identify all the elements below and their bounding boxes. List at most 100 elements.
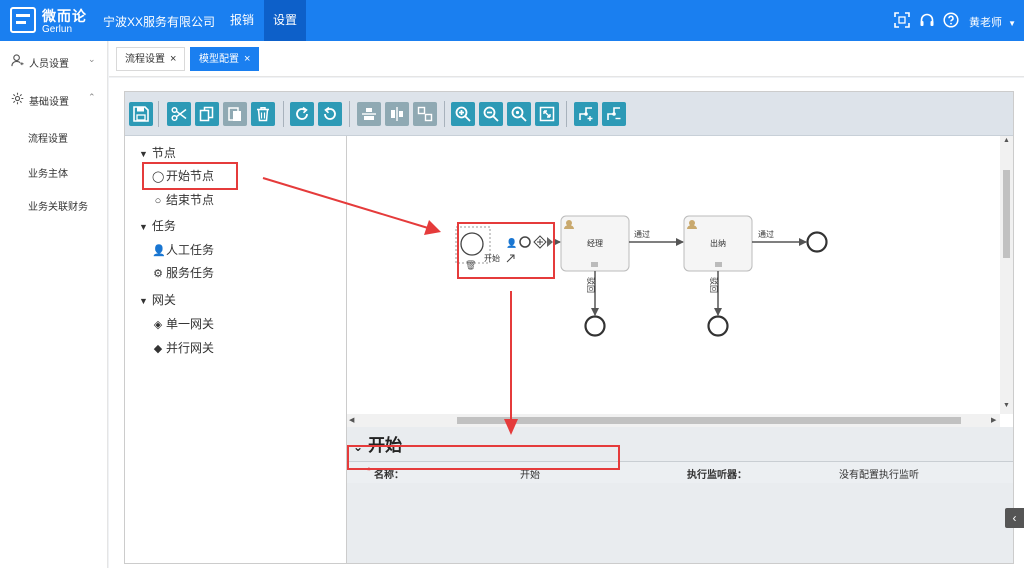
- sidebar-group-personnel[interactable]: 人员设置 ⌄: [0, 49, 108, 73]
- flow-label: 通过: [758, 229, 774, 239]
- nav-reimbursement[interactable]: 报销: [221, 0, 263, 41]
- same-size-button[interactable]: [413, 102, 437, 126]
- sidebar-item-business-entity[interactable]: 业务主体: [28, 165, 68, 180]
- palette-group-tasks[interactable]: ▼ 任务: [139, 217, 176, 234]
- palette-item-label: 并行网关: [166, 341, 215, 355]
- bpmn-diagram: 开始 🗑 👤 经理 通过 出纳 通过 驳回 驳回: [455, 215, 828, 337]
- diagram-canvas[interactable]: 开始 🗑 👤 经理 通过 出纳 通过 驳回 驳回: [347, 136, 1013, 414]
- scroll-thumb[interactable]: [457, 417, 961, 424]
- align-vertical-button[interactable]: [385, 102, 409, 126]
- scroll-left-icon[interactable]: ◀: [349, 416, 354, 424]
- align-vertical-icon: [391, 107, 403, 121]
- same-size-icon: [417, 106, 433, 122]
- flow-label: 通过: [634, 229, 650, 239]
- bend-remove-icon: [607, 107, 621, 120]
- company-name[interactable]: 宁波XX服务有限公司: [103, 13, 215, 30]
- user-icon: [11, 54, 24, 67]
- save-button[interactable]: [129, 102, 153, 126]
- tab-process-settings[interactable]: 流程设置 ×: [116, 47, 186, 71]
- nav-settings[interactable]: 设置: [264, 0, 306, 41]
- service-task-icon: ⚙: [153, 268, 163, 280]
- palette-item-user-task[interactable]: 👤人工任务: [152, 241, 214, 258]
- editor-toolbar: [125, 92, 1013, 136]
- copy-button[interactable]: [195, 102, 219, 126]
- zoom-in-button[interactable]: [451, 102, 475, 126]
- tab-model-config[interactable]: 模型配置 ×: [190, 47, 260, 71]
- gear-icon: [11, 92, 24, 105]
- end-event[interactable]: [584, 315, 606, 337]
- sidebar-item-business-finance[interactable]: 业务关联财务: [28, 198, 88, 213]
- chevron-down-icon: ▼: [139, 222, 148, 232]
- tab-label: 流程设置: [125, 54, 165, 65]
- flow-label: 驳回: [586, 277, 595, 293]
- listener-value[interactable]: 没有配置执行监听: [839, 466, 919, 481]
- toolbar-divider: [566, 101, 567, 127]
- close-icon[interactable]: ×: [170, 53, 176, 65]
- undo-button[interactable]: [318, 102, 342, 126]
- redo-button[interactable]: [290, 102, 314, 126]
- zoom-fit-icon: [539, 106, 555, 122]
- palette-item-label: 人工任务: [166, 243, 215, 257]
- palette-group-label: 节点: [151, 146, 176, 160]
- headset-icon[interactable]: [919, 12, 935, 28]
- vertical-scrollbar[interactable]: ▲ ▼: [1000, 136, 1013, 414]
- palette-item-label: 结束节点: [166, 193, 215, 207]
- close-icon[interactable]: ×: [244, 53, 250, 65]
- redo-icon: [296, 106, 308, 120]
- toolbar-divider: [283, 101, 284, 127]
- sidebar-group-basic[interactable]: 基础设置 ⌃: [0, 87, 108, 111]
- palette-group-label: 网关: [151, 293, 176, 307]
- zoom-actual-icon: [511, 106, 527, 122]
- zoom-fit-button[interactable]: [535, 102, 559, 126]
- delete-button[interactable]: [251, 102, 275, 126]
- sidebar-group-label: 基础设置: [29, 97, 69, 108]
- bpmn-editor: ▼ 节点 ◯ 开始节点 ○ 结束节点 ▼ 任务 👤人工任务 ⚙ 服务任务 ▼ 网关 ◈ 单一网…: [124, 91, 1014, 564]
- shape-palette: ▼ 节点 ◯ 开始节点 ○ 结束节点 ▼ 任务 👤人工任务 ⚙ 服务任务 ▼ 网关 ◈ 单一网…: [125, 136, 347, 563]
- bend-add-button[interactable]: [574, 102, 598, 126]
- bend-remove-button[interactable]: [602, 102, 626, 126]
- logo-name: 微而论: [42, 8, 87, 24]
- chevron-up-icon: ⌃: [88, 92, 96, 102]
- end-event[interactable]: [707, 315, 729, 337]
- palette-item-end-node[interactable]: ○ 结束节点: [152, 191, 214, 208]
- paste-button[interactable]: [223, 102, 247, 126]
- task-label: 出纳: [710, 238, 726, 248]
- cut-button[interactable]: [167, 102, 191, 126]
- scroll-thumb[interactable]: [1003, 170, 1010, 258]
- chevron-down-icon: ▼: [1008, 19, 1016, 28]
- horizontal-scrollbar[interactable]: ◀ ▶: [347, 414, 1000, 427]
- flow-label: 驳回: [709, 277, 718, 293]
- end-event[interactable]: [806, 231, 828, 253]
- chevron-down-icon: ▼: [139, 296, 148, 306]
- user-name: 黄老师: [969, 17, 1002, 29]
- palette-group-label: 任务: [151, 219, 176, 233]
- scroll-down-icon[interactable]: ▼: [1003, 402, 1010, 409]
- sidebar: 人员设置 ⌄ 基础设置 ⌃ 流程设置 业务主体 业务关联财务: [0, 41, 108, 568]
- chevron-left-icon[interactable]: ‹: [1005, 508, 1024, 528]
- palette-group-nodes[interactable]: ▼ 节点: [139, 144, 176, 161]
- chevron-down-icon: ▼: [139, 149, 148, 159]
- zoom-actual-button[interactable]: [507, 102, 531, 126]
- palette-group-gateways[interactable]: ▼ 网关: [139, 291, 176, 308]
- palette-item-exclusive-gateway[interactable]: ◈ 单一网关: [152, 315, 214, 332]
- palette-item-service-task[interactable]: ⚙ 服务任务: [152, 264, 214, 281]
- annotation-box: [457, 222, 555, 279]
- help-icon[interactable]: [943, 12, 959, 28]
- zoom-out-button[interactable]: [479, 102, 503, 126]
- fullscreen-icon[interactable]: [894, 12, 910, 28]
- align-horizontal-button[interactable]: [357, 102, 381, 126]
- palette-item-parallel-gateway[interactable]: ◆ 并行网关: [152, 339, 214, 356]
- user-menu[interactable]: 黄老师 ▼: [969, 14, 1016, 30]
- palette-item-label: 单一网关: [166, 317, 215, 331]
- toolbar-divider: [158, 101, 159, 127]
- scroll-right-icon[interactable]: ▶: [991, 416, 996, 424]
- scroll-up-icon[interactable]: ▲: [1003, 137, 1010, 144]
- delete-icon: [257, 107, 269, 122]
- undo-icon: [324, 106, 336, 120]
- sidebar-item-process[interactable]: 流程设置: [28, 130, 68, 145]
- zoom-out-icon: [483, 106, 499, 122]
- app-logo[interactable]: 微而论 Gerlun: [10, 6, 90, 36]
- task-marker-icon: [715, 262, 722, 267]
- align-horizontal-icon: [362, 108, 376, 120]
- zoom-in-icon: [455, 106, 471, 122]
